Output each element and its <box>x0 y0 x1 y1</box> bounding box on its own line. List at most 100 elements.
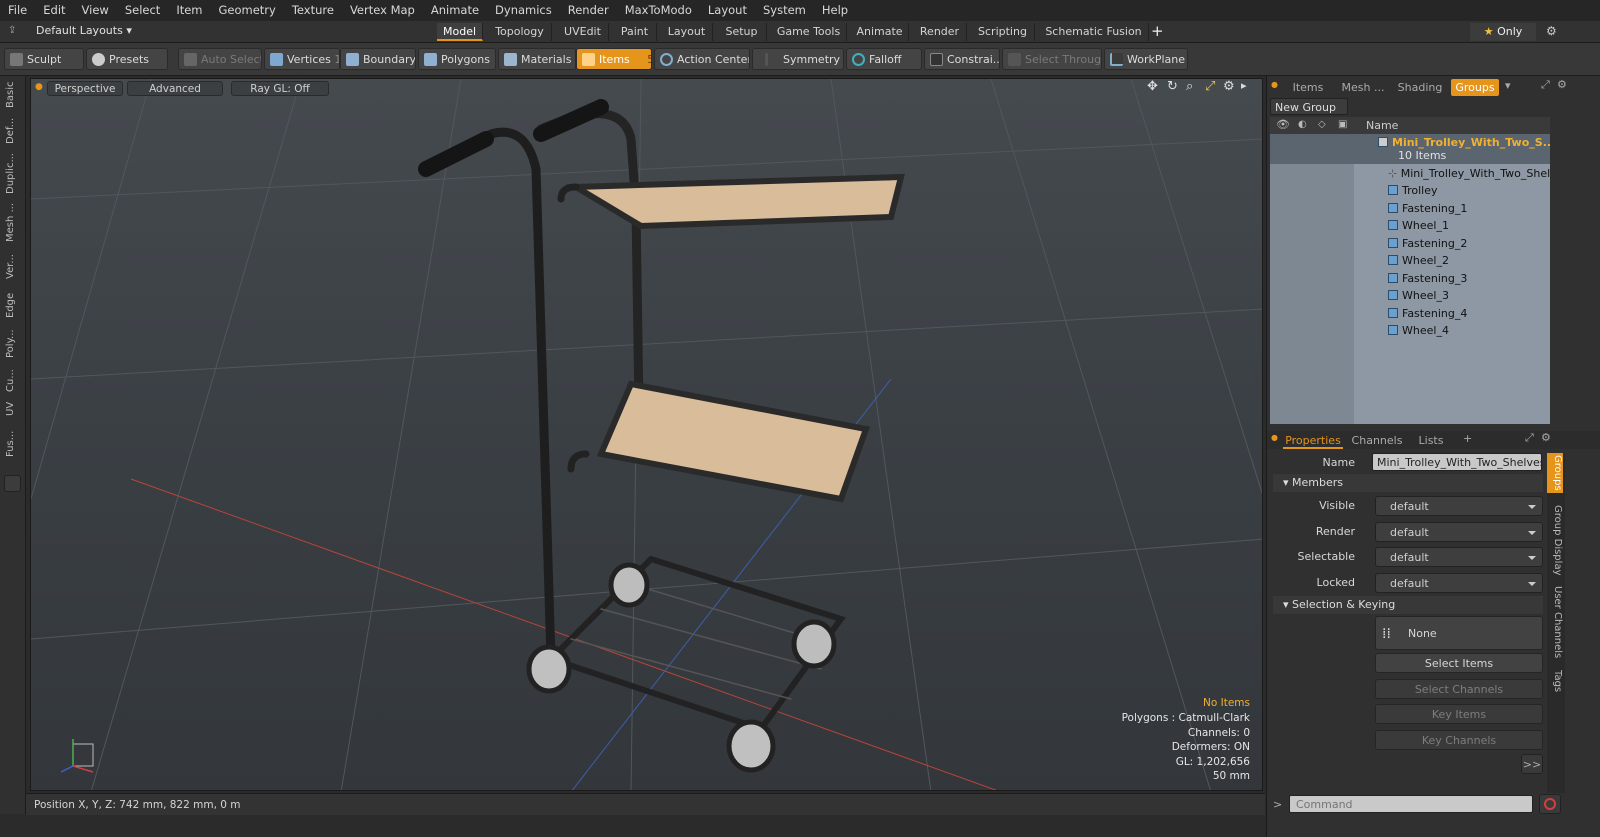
menu-maxtomodo[interactable]: MaxToModo <box>617 0 700 21</box>
tree-item[interactable]: ⊹ Mini_Trolley_With_Two_Shel... <box>1270 165 1550 182</box>
tabs-dropdown-icon[interactable]: ▾ <box>1505 79 1511 92</box>
action-center-button[interactable]: Action Center <box>654 48 750 70</box>
tab-layout[interactable]: Layout <box>661 23 713 41</box>
rotate-icon[interactable]: ↻ <box>1167 79 1178 94</box>
select-icon[interactable]: ◇ <box>1318 119 1326 130</box>
tab-fusion[interactable]: Fus... <box>5 424 21 464</box>
tab-paint[interactable]: Paint <box>613 23 657 41</box>
select-through-button[interactable]: Select Through <box>1002 48 1102 70</box>
record-button[interactable] <box>1539 794 1561 814</box>
selection-keying-section[interactable]: ▾ Selection & Keying <box>1273 596 1543 614</box>
tree-item[interactable]: Trolley <box>1270 182 1550 199</box>
menu-layout[interactable]: Layout <box>700 0 755 21</box>
properties-menu-dot[interactable]: ● <box>1271 433 1278 442</box>
tab-vertex[interactable]: Ver... <box>5 248 21 286</box>
tab-duplicate[interactable]: Duplic... <box>5 152 21 196</box>
tab-render[interactable]: Render <box>913 23 967 41</box>
tab-polygon[interactable]: Poly... <box>5 324 21 364</box>
tree-item[interactable]: Fastening_2 <box>1270 235 1550 252</box>
menu-help[interactable]: Help <box>814 0 856 21</box>
menu-file[interactable]: File <box>0 0 35 21</box>
tree-item[interactable]: Fastening_3 <box>1270 270 1550 287</box>
tab-animate[interactable]: Animate <box>851 23 909 41</box>
tab-lists[interactable]: Lists <box>1409 432 1453 449</box>
zoom-icon[interactable]: ⌕ <box>1186 79 1193 94</box>
tab-shading[interactable]: Shading <box>1393 79 1447 96</box>
tree-item[interactable]: Fastening_4 <box>1270 305 1550 322</box>
layout-selector[interactable]: Default Layouts ▾ <box>36 24 132 37</box>
items-button[interactable]: Items 5 <box>576 48 652 70</box>
materials-button[interactable]: Materials <box>498 48 576 70</box>
constraints-button[interactable]: Constrai... <box>924 48 1000 70</box>
tab-uvedit[interactable]: UVEdit <box>557 23 609 41</box>
viewport-settings-icon[interactable]: ⚙ <box>1223 79 1235 94</box>
tab-uv[interactable]: UV <box>5 398 21 420</box>
pan-icon[interactable]: ✥ <box>1147 79 1158 94</box>
advanced-button[interactable]: Advanced <box>127 81 223 96</box>
tree-item[interactable]: Wheel_2 <box>1270 252 1550 269</box>
command-input[interactable] <box>1289 795 1533 813</box>
menu-dynamics[interactable]: Dynamics <box>487 0 560 21</box>
name-field[interactable]: Mini_Trolley_With_Two_Shelves_E <box>1372 453 1542 471</box>
menu-geometry[interactable]: Geometry <box>211 0 284 21</box>
workplane-button[interactable]: WorkPlane <box>1104 48 1188 70</box>
menu-animate[interactable]: Animate <box>423 0 487 21</box>
tab-model[interactable]: Model <box>437 23 483 41</box>
polygons-button[interactable]: Polygons <box>418 48 496 70</box>
tab-setup[interactable]: Setup <box>717 23 767 41</box>
tree-item[interactable]: Wheel_4 <box>1270 322 1550 339</box>
render-dropdown[interactable]: default <box>1375 522 1543 542</box>
side-tab-user-channels[interactable]: User Channels <box>1547 585 1563 659</box>
tab-basic[interactable]: Basic <box>5 80 21 110</box>
tab-topology[interactable]: Topology <box>488 23 552 41</box>
fit-view-icon[interactable]: ⤢ <box>1205 79 1215 94</box>
menu-system[interactable]: System <box>755 0 814 21</box>
menu-texture[interactable]: Texture <box>284 0 342 21</box>
properties-maximize-icon[interactable]: ⤢ <box>1525 431 1534 445</box>
tree-item[interactable]: Wheel_1 <box>1270 217 1550 234</box>
falloff-button[interactable]: Falloff <box>846 48 922 70</box>
boundary-button[interactable]: Boundary <box>340 48 416 70</box>
tab-game-tools[interactable]: Game Tools <box>771 23 847 41</box>
tab-mesh[interactable]: Mesh ... <box>1337 79 1389 96</box>
menu-edit[interactable]: Edit <box>35 0 73 21</box>
side-tab-tags[interactable]: Tags <box>1547 667 1563 695</box>
lock-icon[interactable]: ▣ <box>1338 119 1347 130</box>
3d-viewport[interactable]: ● Perspective Advanced Ray GL: Off ✥ ↻ ⌕… <box>30 78 1263 791</box>
tab-curve[interactable]: Cu... <box>5 368 21 394</box>
tree-item[interactable]: Fastening_1 <box>1270 200 1550 217</box>
sculpt-button[interactable]: Sculpt <box>4 48 84 70</box>
vertices-button[interactable]: Vertices 1 <box>264 48 340 70</box>
tab-channels[interactable]: Channels <box>1349 432 1405 449</box>
presets-button[interactable]: Presets <box>86 48 168 70</box>
properties-gear-icon[interactable]: ⚙ <box>1541 431 1551 444</box>
menu-item[interactable]: Item <box>168 0 210 21</box>
key-channels-button[interactable]: Key Channels <box>1375 730 1543 750</box>
gear-icon[interactable]: ⚙ <box>1546 24 1557 38</box>
tab-items[interactable]: Items <box>1285 79 1331 96</box>
side-tab-groups[interactable]: Groups <box>1547 453 1563 493</box>
maximize-icon[interactable]: ⤢ <box>1541 78 1550 92</box>
visible-dropdown[interactable]: default <box>1375 496 1543 516</box>
key-items-button[interactable]: Key Items <box>1375 704 1543 724</box>
menu-render[interactable]: Render <box>560 0 617 21</box>
tree-item[interactable]: Wheel_3 <box>1270 287 1550 304</box>
panel-menu-dot[interactable]: ● <box>1271 80 1278 89</box>
add-tab-icon[interactable]: + <box>1463 432 1472 445</box>
perspective-button[interactable]: Perspective <box>47 81 123 96</box>
new-group-button[interactable]: New Group <box>1270 98 1348 115</box>
locked-dropdown[interactable]: default <box>1375 573 1543 593</box>
tab-deform[interactable]: Def... <box>5 114 21 148</box>
auto-select-button[interactable]: Auto Select <box>178 48 262 70</box>
more-button[interactable]: >> <box>1521 754 1543 774</box>
menu-select[interactable]: Select <box>117 0 168 21</box>
tab-properties[interactable]: Properties <box>1283 432 1343 449</box>
select-channels-button[interactable]: Select Channels <box>1375 679 1543 699</box>
members-section[interactable]: ▾ Members <box>1273 474 1543 492</box>
none-button[interactable]: ⁞⁞ None <box>1375 616 1543 650</box>
viewport-menu-dot[interactable]: ● <box>35 82 43 92</box>
symmetry-button[interactable]: Symmetry <box>752 48 844 70</box>
side-tab-group-display[interactable]: Group Display <box>1547 503 1563 577</box>
selectable-dropdown[interactable]: default <box>1375 547 1543 567</box>
expand-tools-button[interactable] <box>4 475 21 492</box>
